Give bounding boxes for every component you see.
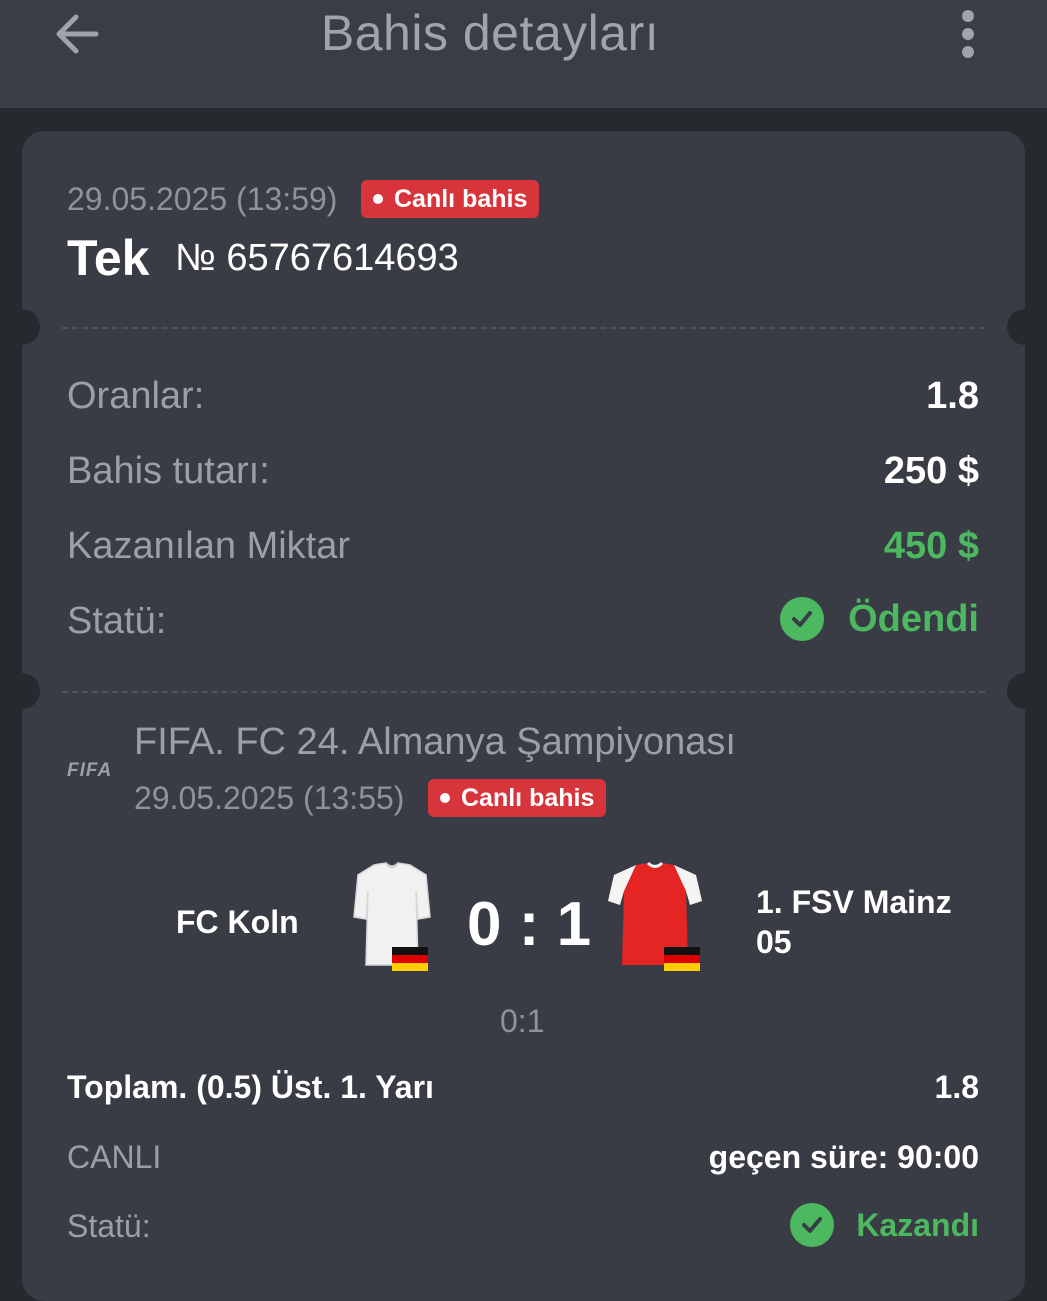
odds-label: Oranlar: — [67, 375, 205, 417]
ticket-notch-right — [1007, 309, 1043, 345]
event-status-label: Statü: — [67, 1208, 151, 1244]
match-score: 0 : 1 — [467, 890, 592, 959]
home-jersey-icon — [353, 862, 431, 971]
market-odds: 1.8 — [934, 1069, 979, 1105]
status-label: Statü: — [67, 600, 167, 642]
market-name: Toplam. (0.5) Üst. 1. Yarı — [67, 1069, 434, 1105]
event-date: 29.05.2025 (13:55) — [134, 780, 405, 816]
status-won: Kazandı — [790, 1203, 979, 1247]
elapsed-time: geçen süre: 90:00 — [708, 1139, 979, 1175]
live-label: CANLI — [67, 1139, 162, 1175]
ticket-notch-left — [4, 673, 40, 709]
half-time-score: 0:1 — [500, 1003, 545, 1039]
fifa-logo: FIFA — [67, 760, 113, 781]
live-bet-badge: Canlı bahis — [361, 180, 540, 218]
league-name: FIFA. FC 24. Almanya Şampiyonası — [134, 721, 736, 763]
event-status-value: Kazandı — [856, 1206, 979, 1243]
stake-value: 250 $ — [883, 450, 979, 492]
home-team-name: FC Koln — [176, 904, 299, 940]
ticket-notch-right — [1007, 673, 1043, 709]
status-value: Ödendi — [848, 597, 979, 640]
bet-details-card: 29.05.2025 (13:59) Canlı bahis Tek № 657… — [4, 131, 1043, 1301]
winnings-label: Kazanılan Miktar — [67, 525, 351, 567]
divider — [62, 691, 985, 693]
more-options-button[interactable] — [950, 6, 986, 62]
away-jersey-icon — [608, 861, 702, 971]
page-title: Bahis detayları — [320, 5, 660, 61]
divider — [62, 327, 985, 329]
odds-value: 1.8 — [926, 375, 979, 417]
bet-date: 29.05.2025 (13:59) — [67, 181, 338, 217]
bet-type: Tek — [67, 230, 150, 286]
bet-number: № 65767614693 — [175, 237, 459, 279]
winnings-value: 450 $ — [883, 525, 979, 567]
more-vertical-icon — [962, 10, 974, 58]
check-circle-icon — [780, 597, 825, 641]
check-circle-icon — [790, 1203, 835, 1247]
top-app-bar: Bahis detayları — [0, 0, 1047, 108]
live-bet-badge: Canlı bahis — [428, 779, 607, 817]
ticket-notch-left — [4, 309, 40, 345]
away-team-name: 1. FSV Mainz 05 — [756, 884, 952, 960]
status-paid: Ödendi — [780, 597, 979, 641]
stake-label: Bahis tutarı: — [67, 450, 270, 492]
